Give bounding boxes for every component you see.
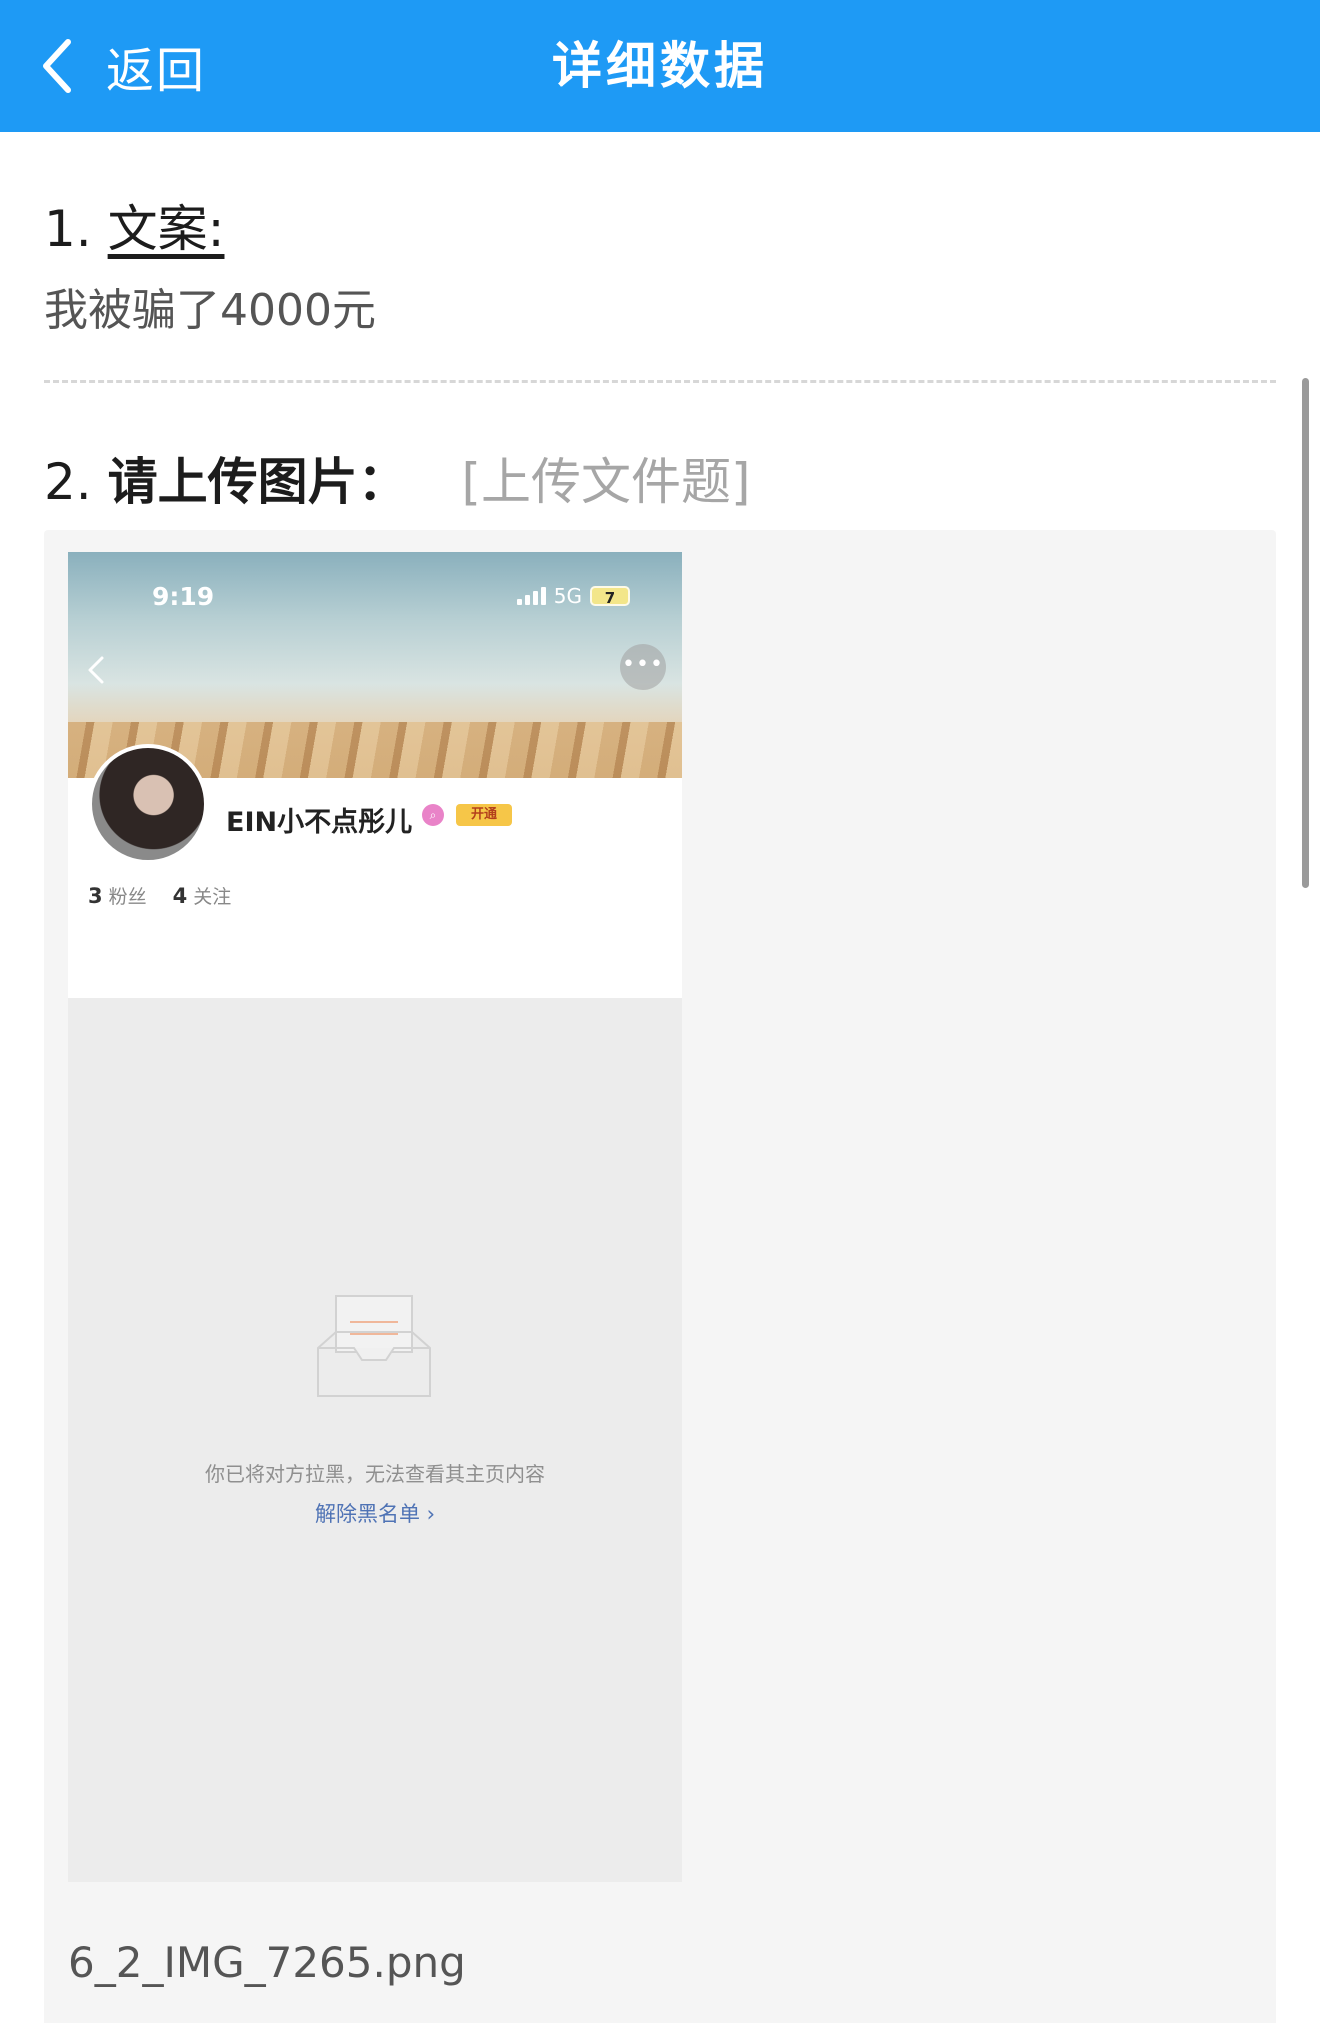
question-1-number: 1. xyxy=(44,200,92,258)
question-1-answer: 我被骗了4000元 xyxy=(44,285,376,336)
fans-count: 3 xyxy=(88,884,103,908)
top-navigation-bar: 返回 详细数据 xyxy=(0,0,1320,132)
profile-username: EIN小不点彤儿 xyxy=(226,807,413,838)
question-2-label: 请上传图片： xyxy=(107,453,408,511)
fans-label: 粉丝 xyxy=(108,886,147,908)
phone-status-indicators: 5G 7 xyxy=(516,584,630,608)
network-type: 5G xyxy=(553,584,582,608)
phone-status-time: 9:19 xyxy=(152,582,215,611)
question-type-tag: [上传文件题] xyxy=(461,453,751,511)
vertical-scrollbar[interactable] xyxy=(1302,378,1309,888)
question-2-title: 2. 请上传图片： [上传文件题] xyxy=(44,450,751,514)
uploaded-image-preview[interactable]: 9:19 5G 7 ••• EIN小不点彤儿 ⌕ 开通 3 粉丝 4 关注 你已将 xyxy=(68,552,682,1882)
question-2-number: 2. xyxy=(44,453,92,511)
signal-icon xyxy=(516,587,546,605)
empty-inbox-icon xyxy=(317,1295,431,1397)
more-options-icon: ••• xyxy=(620,644,666,690)
follow-count: 4 xyxy=(172,884,188,908)
question-1-label: 文案: xyxy=(107,200,225,258)
blocked-message: 你已将对方拉黑，无法查看其主页内容 xyxy=(205,1462,545,1486)
uploaded-file-card: 9:19 5G 7 ••• EIN小不点彤儿 ⌕ 开通 3 粉丝 4 关注 你已将 xyxy=(44,530,1276,2023)
follow-stat: 4 关注 xyxy=(173,882,232,909)
profile-stats: 3 粉丝 4 关注 xyxy=(88,882,231,909)
fans-stat: 3 粉丝 xyxy=(88,882,147,909)
question-1-title: 1. 文案: xyxy=(44,198,224,260)
uploaded-file-name[interactable]: 6_2_IMG_7265.png xyxy=(68,1938,466,1987)
follow-label: 关注 xyxy=(193,886,232,908)
chevron-left-icon xyxy=(88,656,104,684)
avatar xyxy=(88,744,208,864)
section-divider xyxy=(44,380,1276,383)
verified-badge-icon: ⌕ xyxy=(422,804,444,826)
unblock-link: 解除黑名单 › xyxy=(314,1502,436,1526)
vip-badge: 开通 xyxy=(456,804,512,826)
battery-icon: 7 xyxy=(590,586,630,607)
page-title: 详细数据 xyxy=(552,37,768,95)
